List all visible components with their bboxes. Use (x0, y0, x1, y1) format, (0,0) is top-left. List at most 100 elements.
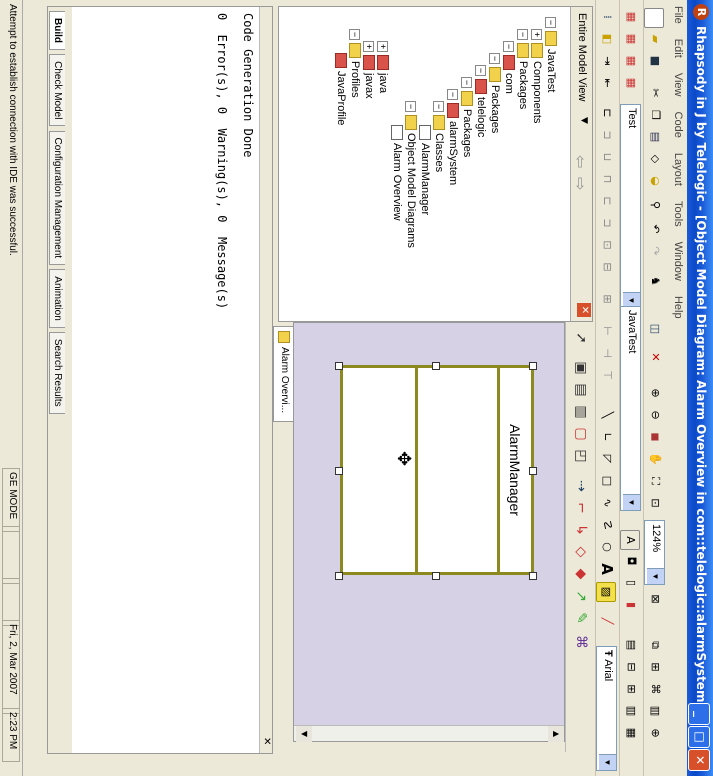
tree-node[interactable]: −alarmSystem (446, 89, 460, 185)
req-icon[interactable]: ▮ (622, 596, 640, 614)
polygon-icon[interactable]: ◸ (598, 450, 616, 468)
undo-icon[interactable]: ↶ (646, 220, 664, 238)
tab-search-results[interactable]: Search Results (49, 331, 65, 414)
tree-node[interactable]: −Object Model Diagrams (404, 101, 418, 248)
zoom-icon[interactable]: ♞ (646, 272, 664, 290)
tool-e-icon[interactable]: ⊕ (646, 724, 664, 742)
object-icon[interactable]: ▣ (571, 358, 591, 378)
generate-icon[interactable]: ▦ (622, 8, 640, 26)
polyline-icon[interactable]: ∟ (598, 428, 616, 446)
association-icon[interactable]: ⌐ (571, 498, 591, 518)
zoom-in-icon[interactable]: ⊕ (646, 384, 664, 402)
closed-curve-icon[interactable]: ☡ (598, 516, 616, 534)
menu-file[interactable]: File (669, 0, 687, 30)
distribute-icon[interactable]: ⇤ (598, 74, 616, 92)
menu-window[interactable]: Window (669, 236, 687, 287)
maximize-button[interactable]: □ (688, 726, 710, 748)
browser-view-label[interactable]: Entire Model View (576, 13, 588, 101)
align-left-icon[interactable]: ⊏ (598, 104, 616, 122)
resize-handle[interactable] (529, 467, 537, 475)
center-icon[interactable]: ⊤ (598, 366, 616, 384)
tree-node[interactable]: Alarm Overview (390, 125, 404, 221)
save-icon[interactable]: ■ (646, 52, 664, 70)
layout-d-icon[interactable]: ▥ (622, 702, 640, 720)
resize-handle[interactable] (529, 362, 537, 370)
project-combo[interactable]: Test ▼ (620, 104, 641, 309)
menu-tools[interactable]: Tools (669, 195, 687, 233)
tab-alarm-overview[interactable]: Alarm Overvi... (273, 326, 293, 422)
chevron-down-icon[interactable]: ▼ (647, 568, 664, 584)
tree-node[interactable]: JavaProfile (334, 53, 348, 125)
text-a-icon[interactable]: A (620, 530, 640, 550)
tab-configuration-management[interactable]: Configuration Management (49, 130, 65, 266)
tree-node[interactable]: −Classes (432, 101, 446, 172)
print-icon[interactable]: ◒ (646, 172, 664, 190)
menu-layout[interactable]: Layout (669, 147, 687, 192)
tree-node[interactable]: −com (502, 41, 516, 94)
resize-handle[interactable] (335, 467, 343, 475)
dependency-icon[interactable]: ⇢ (571, 476, 591, 496)
line-icon[interactable]: ╲ (598, 406, 616, 424)
tree-node[interactable]: −Packages (488, 53, 502, 133)
image-icon[interactable]: ▨ (596, 582, 616, 602)
tab-build[interactable]: Build (49, 11, 65, 50)
rectangle-icon[interactable]: □ (598, 472, 616, 490)
resize-handle[interactable] (432, 572, 440, 580)
resize-handle[interactable] (529, 572, 537, 580)
text-icon[interactable]: A (598, 560, 616, 578)
diagram-canvas[interactable]: AlarmManager ✥ ▲ ▼ (293, 322, 565, 742)
delete-icon[interactable]: ◇ (646, 150, 664, 168)
close-icon[interactable]: ✕ (577, 303, 591, 317)
chevron-down-icon[interactable]: ▼ (599, 754, 616, 770)
tool-d-icon[interactable]: ▥ (646, 702, 664, 720)
snap-icon[interactable]: ◧ (598, 30, 616, 48)
pan-icon[interactable]: ✋ (646, 450, 664, 468)
composite-icon[interactable]: ▥ (571, 402, 591, 422)
forward-icon[interactable]: ⇨ (571, 177, 590, 190)
zoom-combo[interactable]: 124% ▼ (644, 520, 665, 585)
new-icon[interactable] (644, 8, 664, 28)
chevron-down-icon[interactable]: ▼ (623, 494, 640, 510)
chevron-down-icon[interactable]: ▼ (579, 117, 589, 124)
doc-icon[interactable]: ▯ (622, 574, 640, 592)
composition-icon[interactable]: ◆ (571, 564, 591, 584)
tree-node[interactable]: −telelogic (474, 65, 488, 137)
directed-assoc-icon[interactable]: ↳ (571, 520, 591, 540)
open-icon[interactable]: ▰ (646, 30, 664, 48)
font-combo[interactable]: Ŧ Arial ▼ (596, 646, 617, 771)
paste-icon[interactable]: ▤ (646, 128, 664, 146)
redo-icon[interactable]: ↷ (646, 242, 664, 260)
same-size-icon[interactable]: ⊞ (598, 290, 616, 308)
tool-b-icon[interactable]: ⊞ (646, 658, 664, 676)
zoom-fit-icon[interactable]: ◼ (646, 428, 664, 446)
align-bottom-icon[interactable]: ⊐ (598, 214, 616, 232)
tree-node[interactable]: +Components (530, 29, 544, 123)
run-icon[interactable]: ▦ (622, 52, 640, 70)
menu-code[interactable]: Code (669, 106, 687, 144)
annotation-icon[interactable]: ◘ (622, 552, 640, 570)
tree-node[interactable]: −Packages (460, 77, 474, 157)
menu-help[interactable]: Help (669, 290, 687, 325)
free-shape-icon[interactable]: ╱ (598, 612, 616, 630)
browser-icon[interactable]: ◫ (646, 320, 664, 338)
stop-icon[interactable]: ✕ (646, 348, 664, 366)
close-button[interactable]: ✕ (688, 749, 710, 771)
package-tool-icon[interactable]: ▢ (571, 424, 591, 444)
same-width-icon[interactable]: ⊡ (598, 236, 616, 254)
gmr-icon[interactable]: ▦ (622, 74, 640, 92)
operations-compartment[interactable] (343, 368, 415, 572)
zoom-out-icon[interactable]: ⊖ (646, 406, 664, 424)
space-h-icon[interactable]: ⊢ (598, 322, 616, 340)
flow-icon[interactable]: ⌘ (571, 632, 591, 652)
close-icon[interactable]: ✕ (261, 737, 272, 745)
search-icon[interactable]: ⚲ (646, 196, 664, 214)
scroll-down-icon[interactable]: ▼ (296, 726, 312, 742)
zoom-select-icon[interactable]: ⊡ (646, 494, 664, 512)
link-icon[interactable]: ✎ (571, 608, 591, 628)
scroll-up-icon[interactable]: ▲ (548, 726, 564, 742)
tree-node[interactable]: −Packages (516, 29, 530, 109)
zoom-window-icon[interactable]: ⛶ (646, 472, 664, 490)
ellipse-icon[interactable]: ○ (598, 538, 616, 556)
align-top-icon[interactable]: ⊓ (598, 170, 616, 188)
component-combo[interactable]: JavaTest ▼ (620, 306, 641, 511)
